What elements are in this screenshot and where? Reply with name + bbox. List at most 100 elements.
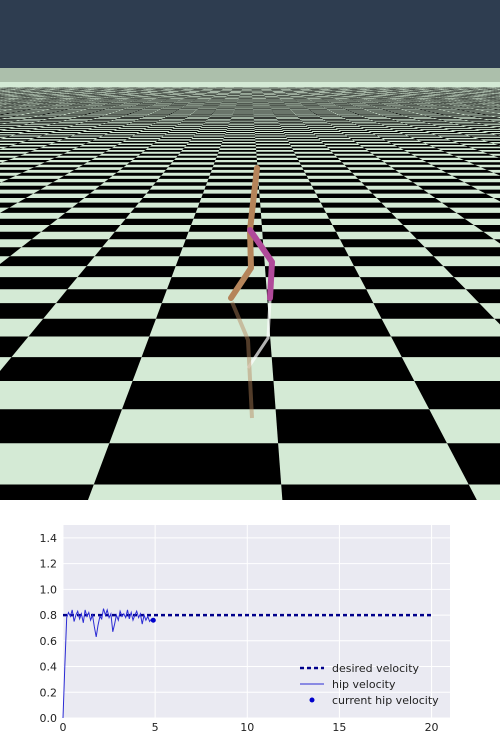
floor-tile bbox=[324, 120, 350, 122]
legend-label: desired velocity bbox=[332, 662, 420, 675]
floor-tile bbox=[421, 114, 445, 116]
floor-tile bbox=[209, 117, 232, 118]
floor-tile bbox=[329, 123, 356, 125]
floor-tile bbox=[378, 157, 423, 160]
floor-tile bbox=[38, 120, 66, 122]
floor-tile bbox=[0, 139, 32, 141]
floor-tile bbox=[480, 118, 500, 119]
floor-tile bbox=[157, 121, 183, 122]
floor-tile bbox=[25, 151, 68, 154]
floor-tile bbox=[229, 121, 255, 123]
floor-tile bbox=[217, 153, 257, 156]
floor-tile bbox=[20, 132, 54, 134]
floor-tile bbox=[410, 117, 435, 119]
floor-tile bbox=[90, 127, 120, 129]
floor-tile bbox=[59, 128, 91, 130]
floor-tile bbox=[429, 123, 457, 125]
floor-tile bbox=[463, 114, 488, 116]
floor-tile bbox=[205, 121, 231, 122]
y-tick-label: 0.8 bbox=[40, 609, 58, 622]
floor-tile bbox=[35, 115, 61, 117]
floor-tile bbox=[168, 130, 199, 132]
floor-tile bbox=[316, 136, 350, 138]
floor-tile bbox=[123, 125, 152, 127]
floor-tile bbox=[383, 139, 419, 141]
floor-tile bbox=[4, 128, 36, 130]
floor-tile bbox=[0, 150, 35, 152]
floor-tile bbox=[458, 113, 482, 114]
floor-tile bbox=[256, 148, 294, 150]
floor-tile bbox=[281, 127, 309, 128]
floor-tile bbox=[213, 162, 258, 165]
floor-tile bbox=[212, 113, 233, 114]
floor-tile bbox=[460, 109, 483, 111]
floor-tile bbox=[292, 111, 313, 112]
floor-tile bbox=[41, 114, 65, 116]
floor-tile bbox=[369, 132, 402, 134]
floor-tile bbox=[278, 121, 304, 123]
floor-tile bbox=[0, 110, 22, 112]
floor-tile bbox=[349, 169, 400, 173]
floor-tile bbox=[94, 247, 183, 257]
floor-tile bbox=[115, 128, 145, 130]
floor-tile bbox=[434, 125, 464, 127]
floor-tile bbox=[209, 172, 259, 176]
floor-tile bbox=[260, 207, 327, 213]
floor-tile bbox=[58, 175, 113, 179]
floor-tile bbox=[352, 111, 374, 113]
floor-tile bbox=[264, 266, 360, 278]
floor-tile bbox=[100, 135, 134, 137]
floor-tile bbox=[89, 140, 125, 142]
floor-tile bbox=[426, 110, 449, 112]
floor-tile bbox=[478, 123, 500, 125]
floor-tile bbox=[123, 115, 147, 117]
floor-tile bbox=[120, 218, 194, 225]
floor-tile bbox=[10, 109, 32, 110]
floor-tile bbox=[158, 175, 210, 179]
floor-tile bbox=[222, 140, 256, 142]
floor-tile bbox=[295, 153, 336, 156]
floor-tile bbox=[254, 129, 283, 131]
floor-tile bbox=[180, 107, 200, 109]
floor-tile bbox=[4, 122, 33, 124]
floor-tile bbox=[168, 164, 214, 168]
sky bbox=[0, 0, 500, 70]
floor-tile bbox=[233, 111, 254, 113]
floor-tile bbox=[312, 111, 334, 113]
floor-tile bbox=[233, 110, 254, 112]
floor-tile bbox=[59, 139, 96, 141]
floor-tile bbox=[48, 124, 77, 126]
floor-tile bbox=[413, 112, 436, 113]
floor-tile bbox=[263, 247, 349, 257]
floor-tile bbox=[419, 120, 446, 122]
floor-tile bbox=[266, 289, 374, 304]
floor-tile bbox=[226, 130, 255, 132]
x-tick-label: 20 bbox=[425, 721, 439, 734]
floor-tile bbox=[384, 162, 432, 165]
floor-tile bbox=[77, 110, 99, 112]
floor-tile bbox=[357, 114, 380, 115]
floor-tile bbox=[234, 109, 254, 111]
floor-tile bbox=[268, 318, 391, 337]
floor-tile bbox=[0, 111, 17, 113]
floor-tile bbox=[112, 172, 164, 176]
floor-tile bbox=[95, 111, 117, 112]
floor-tile bbox=[401, 133, 434, 135]
floor-tile bbox=[232, 114, 254, 115]
floor-tile bbox=[98, 110, 120, 111]
floor-tile bbox=[329, 110, 350, 111]
floor-tile bbox=[285, 135, 317, 137]
floor-tile bbox=[412, 137, 448, 140]
floor-tile bbox=[72, 202, 139, 208]
floor-tile bbox=[28, 167, 79, 170]
floor-tile bbox=[112, 119, 138, 121]
floor-tile bbox=[405, 110, 427, 111]
floor-tile bbox=[368, 189, 429, 194]
floor-tile bbox=[79, 115, 104, 117]
floor-tile bbox=[76, 123, 105, 125]
floor-tile bbox=[376, 113, 399, 114]
floor-tile bbox=[386, 117, 411, 118]
floor-tile bbox=[42, 126, 72, 127]
floor-tile bbox=[74, 117, 100, 118]
floor-tile bbox=[221, 143, 256, 145]
